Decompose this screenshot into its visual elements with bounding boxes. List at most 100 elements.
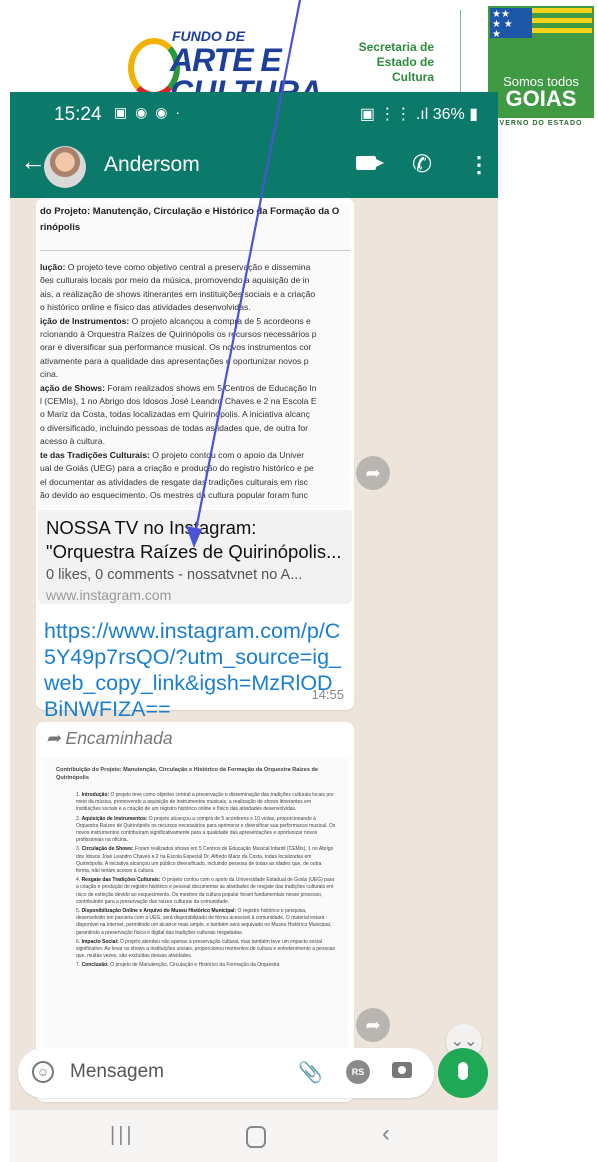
doc2-item: 6. Impacto Social: O projeto atendeu não… <box>42 939 348 963</box>
back-nav-icon[interactable]: ‹ <box>382 1120 390 1148</box>
flag-stripe <box>532 28 592 33</box>
mic-icon[interactable] <box>438 1048 488 1098</box>
doc2-item-heading: Resgate das Tradições Culturais: <box>81 877 161 884</box>
link-preview-image[interactable]: do Projeto: Manutenção, Circulação e His… <box>40 204 350 508</box>
goias-name: GOIAS <box>505 86 577 111</box>
doc-line-text: o diversificado, incluindo pessoas de to… <box>40 422 309 433</box>
link-preview-card[interactable]: NOSSA TV no Instagram: "Orquestra Raízes… <box>38 510 352 604</box>
doc-line: lução: O projeto teve como objetivo cent… <box>40 261 350 274</box>
contact-name[interactable]: Andersom <box>104 153 200 177</box>
secretaria-line1: Secretaria de <box>358 40 434 54</box>
doc-line-text: O projeto teve como objetivo central a p… <box>65 262 311 272</box>
doc-line: ição de Instrumentos: O projeto alcançou… <box>40 315 350 328</box>
logo-divider <box>460 10 461 105</box>
doc-line-text: o Mariz da Costa, todas localizadas em Q… <box>40 409 310 420</box>
doc-line: cina. <box>40 368 350 381</box>
flag-stripe <box>532 8 592 13</box>
doc2-item-heading: Circulação de Shows: <box>81 846 134 853</box>
goias-logo: ★★ ★ ★ ★ Somos todos GOIAS VERNO DO ESTADO <box>488 6 594 127</box>
goias-flag-icon: ★★ ★ ★ ★ <box>490 8 532 40</box>
fundo-arte-cultura-logo: FUNDO DE ARTE E CULTURA <box>120 20 322 110</box>
secretaria-line3: Cultura <box>392 70 434 84</box>
doc2-item: 4. Resgate das Tradições Culturais: O pr… <box>42 877 348 908</box>
doc-line-text: o histórico online e físico das atividad… <box>40 302 251 313</box>
doc2-item-heading: Impacto Social: <box>81 938 119 945</box>
doc-line: ão devido ao esquecimento. Os mestres da… <box>40 489 350 502</box>
notification-icons: ▣ ◉ ◉ · <box>114 104 182 120</box>
doc-line: o histórico online e físico das atividad… <box>40 301 350 314</box>
message-input[interactable]: Mensagem <box>70 1061 164 1083</box>
doc-line-text: ual de Goiás (UEG) para a criação e prod… <box>40 463 314 474</box>
doc2-item-text: O projeto teve como objetivo central a p… <box>76 792 334 813</box>
doc-line-heading: lução: <box>40 262 66 272</box>
doc2-item: 2. Aquisição de Instrumentos: O projeto … <box>42 816 348 847</box>
avatar[interactable] <box>44 146 86 188</box>
message-bubble-forwarded[interactable]: ➦ Encaminhada Contribuição do Projeto: M… <box>36 722 354 1102</box>
doc-line-text: ais, a realização de shows itinerantes e… <box>40 288 316 299</box>
doc-line-text: orar e diversificar sua performance musi… <box>40 342 312 353</box>
doc-line: ões culturais locais por meio da música,… <box>40 274 350 287</box>
doc-line-text: el documentar as atividades de resgate d… <box>40 476 308 487</box>
recent-apps-icon[interactable]: ||| <box>110 1124 135 1147</box>
doc-line-text: O projeto alcançou a compra de 5 acordeo… <box>129 315 311 326</box>
more-vert-icon[interactable]: ⋮ <box>468 152 490 178</box>
doc-line-text: acesso à cultura. <box>40 436 105 447</box>
doc2-item-heading: Aquisição de Instrumentos: <box>81 815 148 822</box>
arrow-left-icon[interactable]: ← <box>20 146 46 177</box>
status-time: 15:24 <box>54 104 102 125</box>
doc-line-text: O projeto contou com o apoio da Univer <box>149 449 305 460</box>
doc-line: o Mariz da Costa, todas localizadas em Q… <box>40 408 350 421</box>
forwarded-document-image[interactable]: Contribuição do Projeto: Manutenção, Cir… <box>42 758 348 1098</box>
phone-screen: 15:24 ▣ ◉ ◉ · ▣ ⋮⋮ .ıl 36% ▮ ← Andersom … <box>10 92 498 1162</box>
doc-line: ativamente para a qualidade das apresent… <box>40 355 350 368</box>
forward-icon[interactable]: ➦ <box>356 456 390 490</box>
doc-line: el documentar as atividades de resgate d… <box>40 476 350 489</box>
doc-line: rcionando à Orquestra Raízes de Quirinóp… <box>40 328 350 341</box>
battery-percent: 36% <box>432 106 465 123</box>
doc-line-text: cina. <box>40 369 59 380</box>
doc-line: orar e diversificar sua performance musi… <box>40 341 350 354</box>
doc-line: ual de Goiás (UEG) para a criação e prod… <box>40 462 350 475</box>
payment-icon[interactable]: RS <box>346 1060 370 1084</box>
doc-line: o diversificado, incluindo pessoas de to… <box>40 422 350 435</box>
secretaria-label: Secretaria de Estado de Cultura <box>330 40 434 85</box>
doc2-item-heading: Disponibilização Online e Arquivo do Mus… <box>81 908 237 915</box>
paperclip-icon[interactable]: 📎 <box>298 1060 323 1085</box>
instagram-link[interactable]: https://www.instagram.com/p/C5Y49p7rsQO/… <box>44 618 344 722</box>
secretaria-line2: Estado de <box>376 55 434 69</box>
doc-line-heading: te das Tradições Culturais: <box>40 449 150 460</box>
doc2-item: 5. Disponibilização Online e Arquivo do … <box>42 908 348 939</box>
doc-line: ação de Shows: Foram realizados shows em… <box>40 382 350 395</box>
preview-subtitle: 0 likes, 0 comments - nossatvnet no A... <box>46 567 303 583</box>
phone-icon[interactable]: ✆ <box>412 150 432 179</box>
message-time: 14:55 <box>311 687 344 702</box>
doc-text: lução: O projeto teve como objetivo cent… <box>40 261 350 502</box>
doc2-item: 3. Circulação de Shows: Foram realizados… <box>42 846 348 877</box>
preview-title-line2: "Orquestra Raízes de Quirinópolis... <box>46 541 342 562</box>
doc2-list: 1. Introdução: O projeto teve como objet… <box>42 792 348 972</box>
doc-line-text: Foram realizados shows em 5 Centros de E… <box>104 382 317 393</box>
doc-title: do Projeto: Manutenção, Circulação e His… <box>40 204 350 251</box>
preview-domain: www.instagram.com <box>46 587 172 603</box>
forwarded-text: Encaminhada <box>65 728 173 748</box>
doc2-item-heading: Conclusão: <box>81 962 109 969</box>
status-bar: 15:24 ▣ ◉ ◉ · ▣ ⋮⋮ .ıl 36% ▮ <box>10 92 498 136</box>
doc-line-text: ativamente para a qualidade das apresent… <box>40 355 309 366</box>
doc-line: ais, a realização de shows itinerantes e… <box>40 288 350 301</box>
system-nav-bar: ||| ‹ <box>10 1110 498 1162</box>
goias-gov: VERNO DO ESTADO <box>499 120 583 127</box>
camera-icon[interactable] <box>392 1062 412 1078</box>
doc-line-heading: ação de Shows: <box>40 382 105 393</box>
doc-line-text: rcionando à Orquestra Raízes de Quirinóp… <box>40 329 317 340</box>
doc-line-heading: ição de Instrumentos: <box>40 315 130 326</box>
forward-icon[interactable]: ➦ <box>356 1008 390 1042</box>
doc2-title: Contribuição do Projeto: Manutenção, Cir… <box>56 767 319 781</box>
video-call-icon[interactable] <box>356 156 384 170</box>
message-bubble-link[interactable]: do Projeto: Manutenção, Circulação e His… <box>36 198 354 721</box>
home-icon[interactable] <box>246 1126 266 1148</box>
preview-title-line1: NOSSA TV no Instagram: <box>46 517 257 538</box>
message-input-bar[interactable]: ☺ Mensagem 📎 RS <box>18 1048 434 1098</box>
doc-line-text: ão devido ao esquecimento. Os mestres da… <box>40 489 308 500</box>
emoji-icon[interactable]: ☺ <box>32 1061 54 1083</box>
doc-line-text: ões culturais locais por meio da música,… <box>40 275 310 286</box>
